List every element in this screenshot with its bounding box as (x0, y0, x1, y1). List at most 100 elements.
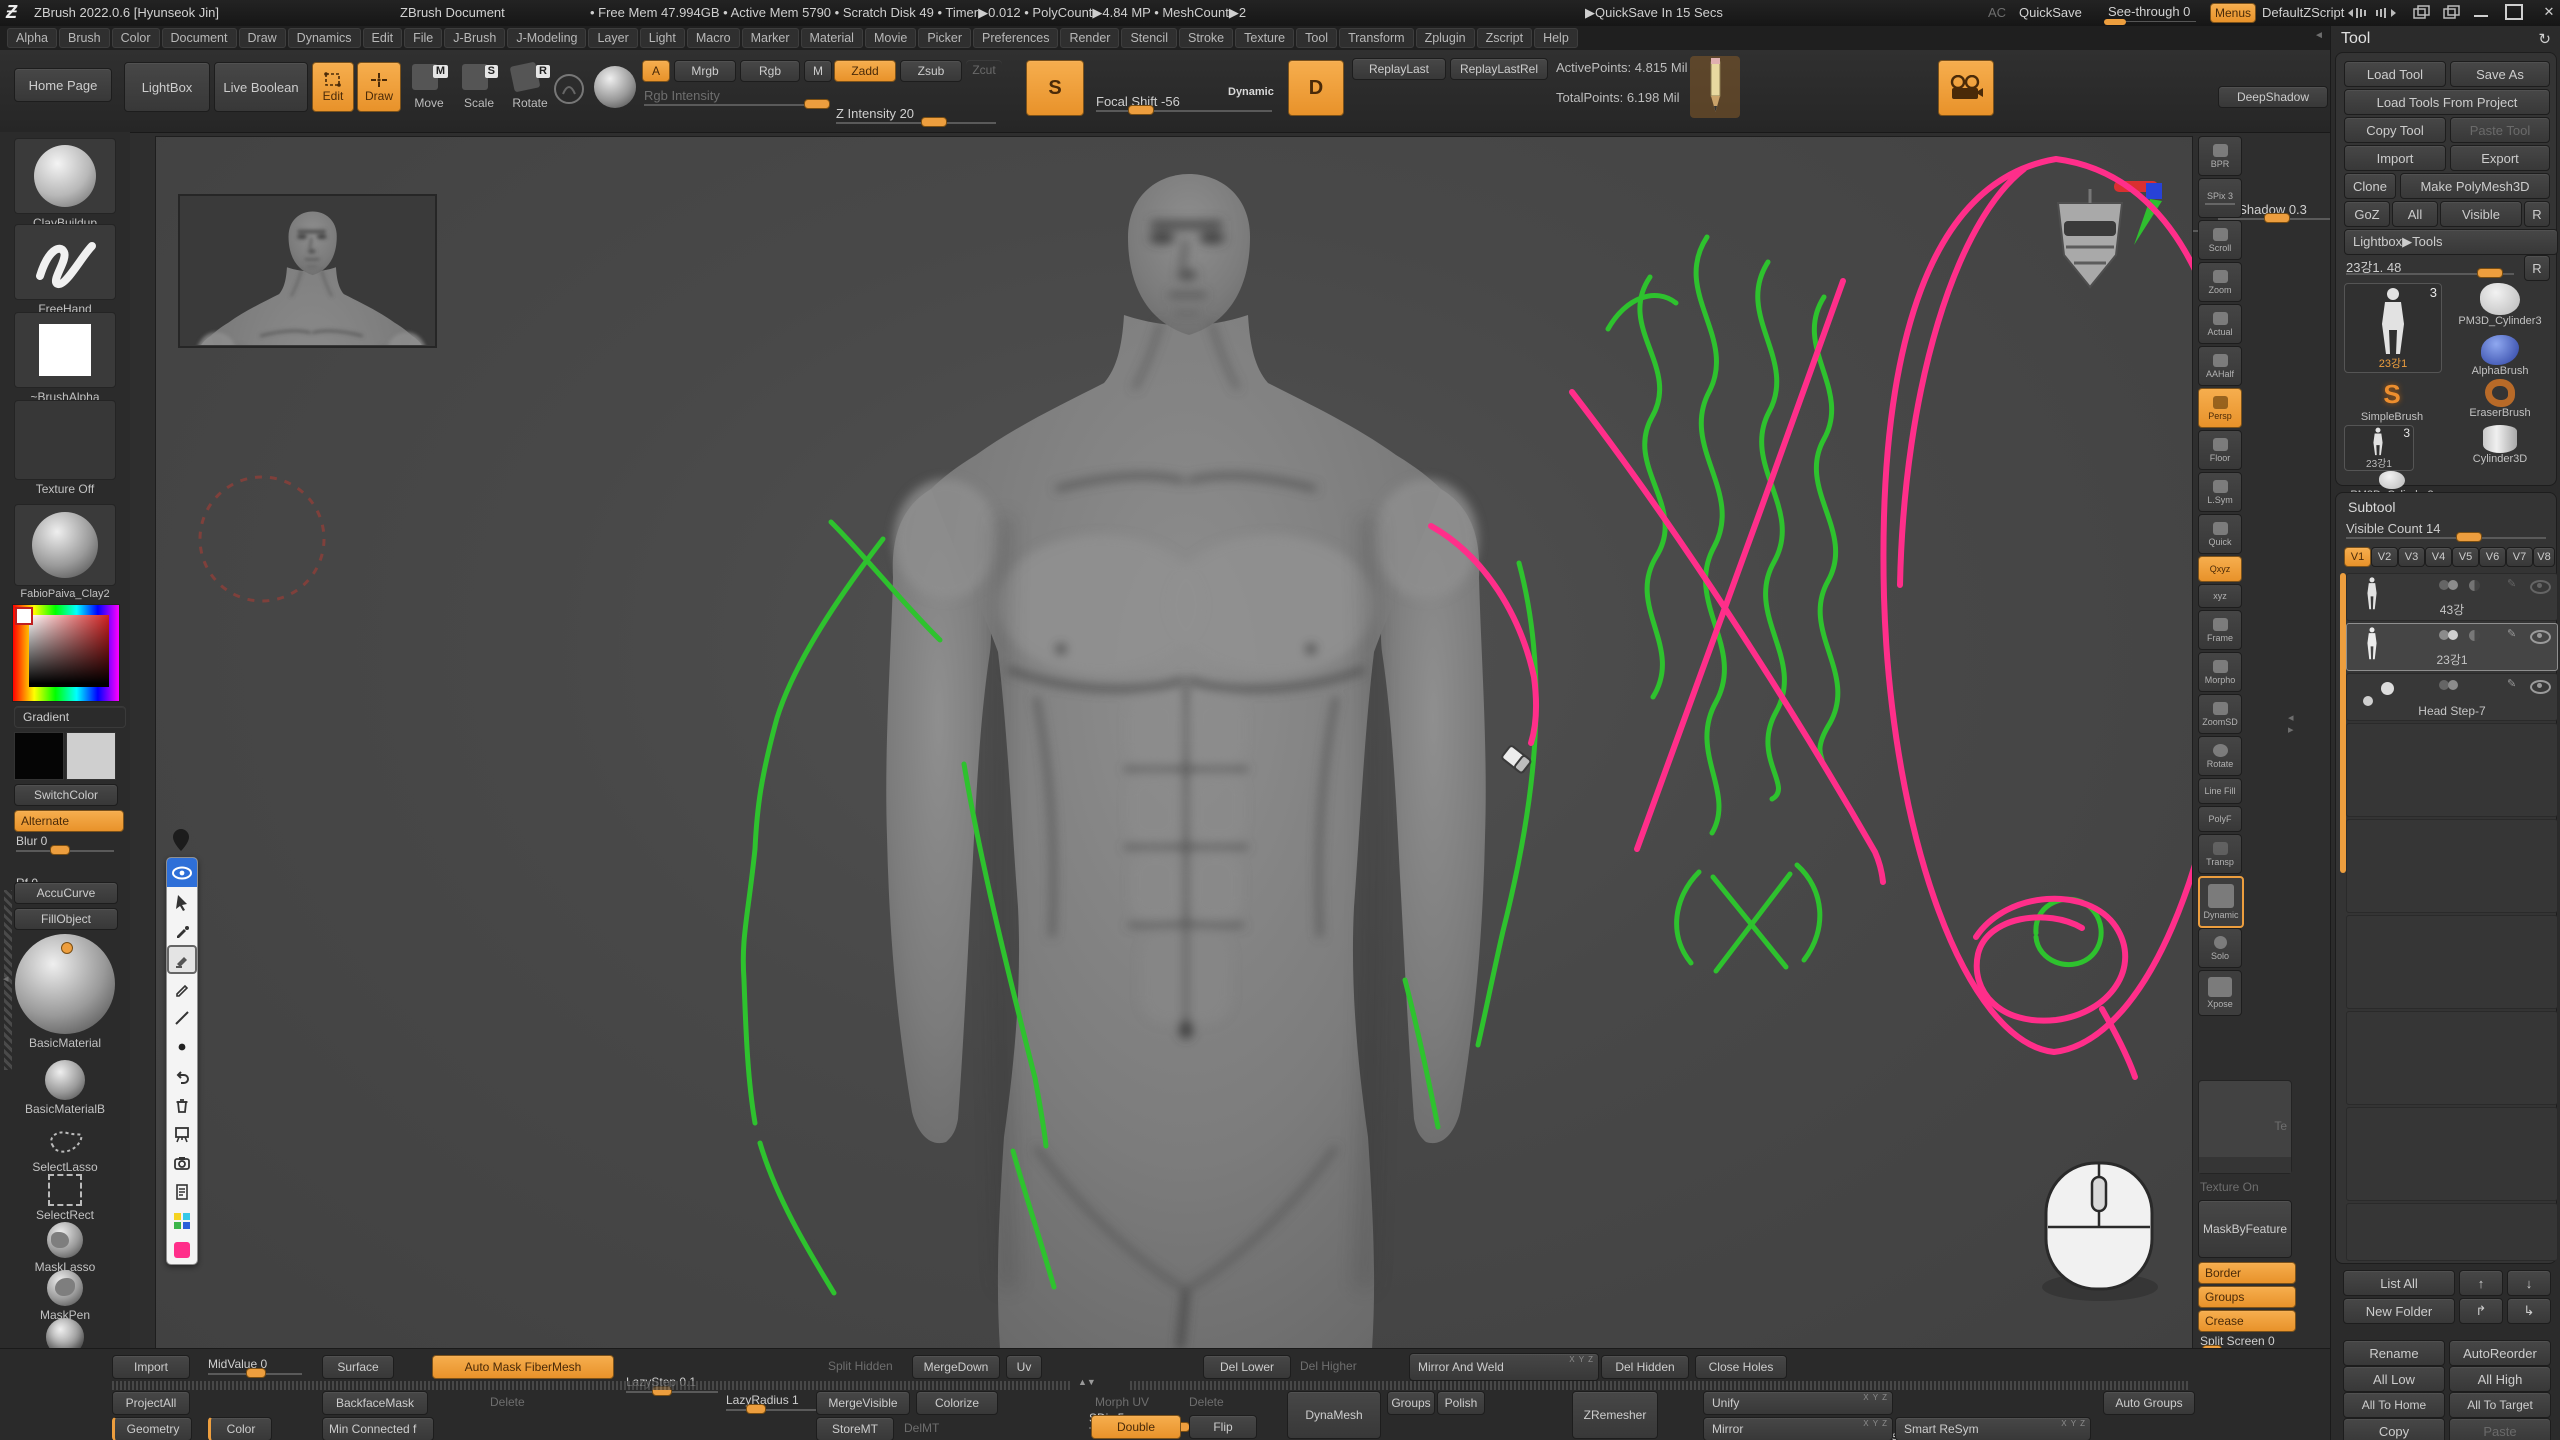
save-as-button[interactable]: Save As (2450, 61, 2550, 87)
polypaint-icon[interactable] (2439, 680, 2461, 690)
list-all-button[interactable]: List All (2343, 1270, 2455, 1296)
menu-zscript[interactable]: Zscript (1477, 28, 1533, 48)
polypaint-icon[interactable] (2439, 630, 2461, 640)
shelf-rotate-button[interactable]: Rotate (2198, 736, 2242, 776)
menu-material[interactable]: Material (801, 28, 863, 48)
fibermesh-import-button[interactable]: Import (112, 1355, 190, 1379)
material-selector[interactable]: FabioPaiva_Clay2 (14, 504, 116, 600)
active-tool-thumb[interactable]: 3 23강1 (2344, 283, 2442, 373)
menu-file[interactable]: File (404, 28, 442, 48)
menu-alpha[interactable]: Alpha (7, 28, 57, 48)
scale-button[interactable]: S Scale (456, 62, 502, 110)
tool-thumb-alphabrush[interactable]: AlphaBrush (2448, 335, 2552, 377)
morph-uv-button[interactable]: Morph UV (1095, 1395, 1149, 1409)
visibility-icon[interactable] (2530, 630, 2551, 644)
secondary-color-swatch[interactable] (66, 732, 116, 780)
rename-button[interactable]: Rename (2343, 1340, 2445, 1366)
screenshot-camera-button[interactable] (167, 1148, 197, 1177)
subtool-row-23-selected[interactable]: ✎ 23강1 (2346, 623, 2558, 671)
menu-edit[interactable]: Edit (363, 28, 403, 48)
load-tools-from-project-button[interactable]: Load Tools From Project (2344, 89, 2550, 115)
highlighter-tool-button[interactable] (167, 945, 197, 974)
mirror-and-weld-button[interactable]: Mirror And WeldX Y Z (1409, 1353, 1599, 1381)
replay-last-button[interactable]: ReplayLast (1352, 58, 1446, 80)
shelf-spix-slider[interactable]: SPix 3 (2198, 178, 2242, 218)
menu-jmodeling[interactable]: J-Modeling (507, 28, 586, 48)
goz-r-button[interactable]: R (2524, 201, 2550, 227)
all-low-button[interactable]: All Low (2343, 1366, 2445, 1392)
vtab-v7[interactable]: V7 (2506, 547, 2533, 567)
z-intensity-slider[interactable]: Z Intensity 20 (836, 106, 996, 124)
menu-light[interactable]: Light (640, 28, 685, 48)
tool-thumb-pm3d[interactable]: PM3D_Cylinder3 (2448, 283, 2552, 327)
rgb-intensity-slider[interactable]: Rgb Intensity (644, 88, 826, 106)
panel-collapse-icon[interactable]: ◄ (2314, 30, 2324, 41)
paste-tool-button[interactable]: Paste Tool (2450, 117, 2550, 143)
live-boolean-button[interactable]: Live Boolean (214, 62, 308, 112)
menu-texture[interactable]: Texture (1235, 28, 1294, 48)
sculpt-brush-icon[interactable]: S (1026, 60, 1084, 116)
right-divider-arrows-icon[interactable]: ◂▸ (2288, 712, 2294, 736)
minimize-button[interactable] (2474, 3, 2488, 17)
subtool-row-empty[interactable] (2346, 1011, 2558, 1105)
brush-icon[interactable]: ✎ (2507, 577, 2516, 590)
menu-transform[interactable]: Transform (1339, 28, 1414, 48)
auto-reorder-button[interactable]: AutoReorder (2449, 1340, 2551, 1366)
visible-count-slider[interactable]: Visible Count 14 (2346, 521, 2546, 539)
crease-button[interactable]: Crease (2198, 1310, 2296, 1332)
replay-icon[interactable]: D (1288, 60, 1344, 116)
stroke-selector[interactable]: FreeHand (14, 224, 116, 316)
subtool-row-empty[interactable] (2346, 723, 2558, 817)
make-polymesh3d-button[interactable]: Make PolyMesh3D (2400, 173, 2550, 199)
line-tool-button[interactable] (167, 1003, 197, 1032)
unify-button[interactable]: UnifyX Y Z (1703, 1391, 1893, 1415)
menu-zplugin[interactable]: Zplugin (1416, 28, 1475, 48)
geometry-tab-button[interactable]: Geometry (112, 1417, 192, 1440)
blur-slider[interactable]: Blur 0 (16, 834, 114, 852)
menu-brush[interactable]: Brush (59, 28, 110, 48)
tool-slider-r-button[interactable]: R (2524, 255, 2550, 281)
shelf-xpose-thumb[interactable]: Xpose (2198, 970, 2242, 1016)
delmt-button[interactable]: DelMT (904, 1421, 939, 1435)
move-out-folder-button[interactable]: ↳ (2507, 1298, 2551, 1324)
move-into-folder-button[interactable]: ↱ (2459, 1298, 2503, 1324)
menu-draw[interactable]: Draw (239, 28, 286, 48)
vtab-v3[interactable]: V3 (2398, 547, 2425, 567)
document-canvas[interactable] (155, 136, 2193, 1350)
color-a-button[interactable]: A (642, 60, 670, 82)
copy-subtool-button[interactable]: Copy (2343, 1418, 2445, 1440)
texture-preview-box[interactable]: Te (2198, 1080, 2292, 1174)
edit-button[interactable]: Edit (312, 62, 354, 112)
tool-thumb-body-small[interactable]: 3 23강1 (2344, 425, 2414, 471)
uv-button[interactable]: Uv (1006, 1355, 1042, 1379)
undo-button[interactable] (167, 1061, 197, 1090)
lazyradius-slider[interactable]: LazyRadius 1 (726, 1393, 818, 1411)
masklasso-tool[interactable]: MaskLasso (12, 1222, 118, 1274)
auto-groups-button[interactable]: Auto Groups (2103, 1391, 2195, 1415)
shelf-zoomsd-button[interactable]: ZoomSD (2198, 694, 2242, 734)
default-zscript-button[interactable]: DefaultZScript (2262, 5, 2344, 20)
subpalette-divider[interactable] (112, 1381, 1072, 1390)
vtab-v6[interactable]: V6 (2479, 547, 2506, 567)
selectrect-tool[interactable]: SelectRect (12, 1174, 118, 1222)
selectlasso-tool[interactable]: SelectLasso (12, 1126, 118, 1174)
subtool-row-empty[interactable] (2346, 819, 2558, 913)
ac-toggle[interactable]: AC (1988, 5, 2006, 20)
shelf-linefill-button[interactable]: Line Fill (2198, 778, 2242, 804)
menu-preferences[interactable]: Preferences (973, 28, 1058, 48)
polish-button[interactable]: Polish (1437, 1391, 1485, 1415)
del-lower-button[interactable]: Del Lower (1203, 1355, 1291, 1379)
basic-material-selector[interactable]: BasicMaterial (12, 934, 118, 1050)
shelf-frame-button[interactable]: Frame (2198, 610, 2242, 650)
pencil-tool-button[interactable] (167, 974, 197, 1003)
menu-picker[interactable]: Picker (918, 28, 971, 48)
surface-button[interactable]: Surface (322, 1355, 394, 1379)
current-ink-color-swatch[interactable] (167, 1235, 197, 1264)
restore-button[interactable] (2505, 4, 2523, 20)
shelf-dynamic-thumb[interactable]: Dynamic (2198, 876, 2244, 928)
del-hidden-button[interactable]: Del Hidden (1601, 1355, 1689, 1379)
dynamic-toggle[interactable]: Dynamic (1228, 86, 1274, 98)
pen-tool-button[interactable] (167, 916, 197, 945)
lightbox-button[interactable]: LightBox (124, 62, 210, 112)
replay-last-rel-button[interactable]: ReplayLastRel (1450, 58, 1548, 80)
